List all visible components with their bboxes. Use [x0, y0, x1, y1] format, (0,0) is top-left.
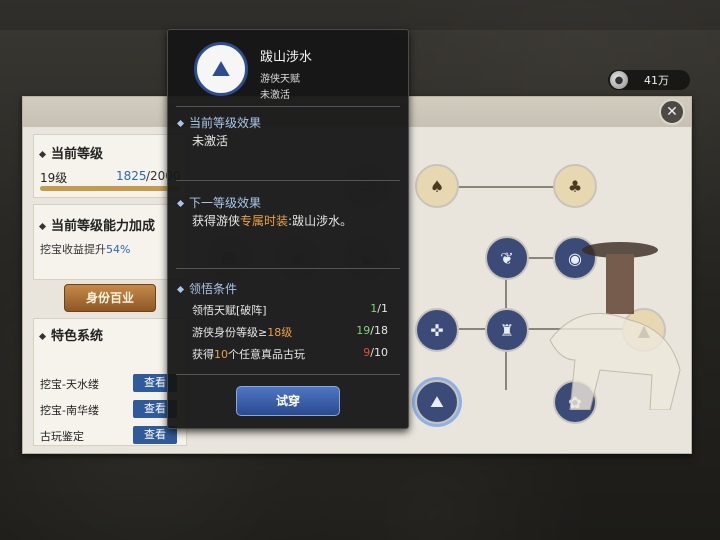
diamond-icon [176, 199, 185, 208]
talent-name: 跋山涉水 [260, 50, 313, 65]
diamond-icon [38, 222, 47, 231]
next-effect-text: 获得游侠专属时装:跋山涉水。 [192, 214, 353, 228]
current-level-title: 当前等级 [51, 147, 104, 162]
diamond-icon [176, 119, 185, 128]
diamond-icon [38, 332, 47, 341]
currency-value: 41万 [644, 74, 669, 87]
condition-row: 游侠身份等级≥18级 19/18 [192, 324, 388, 339]
level-label: 19级 [40, 171, 68, 185]
condition-row: 获得10个任意真品古玩 9/10 [192, 346, 388, 361]
diamond-icon [176, 285, 185, 294]
talent-status: 未激活 [260, 90, 290, 101]
feature-label: 挖宝-天水缕 [40, 378, 99, 391]
feature-title: 特色系统 [51, 329, 104, 344]
next-effect-title: 下一等级效果 [189, 196, 262, 210]
condition-row: 领悟天赋[破阵] 1/1 [192, 302, 388, 317]
current-level-section: 当前等级 19级 1825 /2000 [33, 134, 187, 198]
rider-illustration [549, 242, 681, 410]
coin-icon: ● [610, 71, 628, 89]
talent-node[interactable]: ♣ [553, 164, 597, 208]
talent-node-selected[interactable]: ⛰ [415, 380, 459, 424]
currency-display: ● 41万 [608, 70, 690, 90]
feature-label: 挖宝-南华缕 [40, 404, 99, 417]
close-icon[interactable]: ✕ [659, 99, 685, 125]
talent-type: 游侠天赋 [260, 74, 300, 85]
conditions-title: 领悟条件 [189, 282, 238, 296]
talent-tooltip: ⛰ 跋山涉水 游侠天赋 未激活 当前等级效果 未激活 下一等级效果 获得游侠专属… [167, 29, 409, 429]
exp-current: 1825 [116, 169, 147, 183]
current-effect-title: 当前等级效果 [189, 116, 262, 130]
talent-node[interactable]: ♠ [415, 164, 459, 208]
ability-value: 54% [106, 243, 131, 256]
top-bar [0, 0, 720, 30]
talent-node[interactable]: ❦ [485, 236, 529, 280]
talent-node[interactable]: ♜ [485, 308, 529, 352]
ability-text: 挖宝收益提升54% [40, 243, 131, 256]
identity-button[interactable]: 身份百业 [64, 284, 156, 312]
ability-section: 当前等级能力加成 挖宝收益提升54% [33, 204, 187, 280]
mountain-icon: ⛰ [194, 42, 248, 96]
talent-node[interactable]: ✜ [415, 308, 459, 352]
current-effect-text: 未激活 [192, 134, 229, 148]
exp-progress-bar [40, 186, 180, 191]
diamond-icon [38, 150, 47, 159]
ability-title: 当前等级能力加成 [51, 219, 156, 234]
feature-label: 古玩鉴定 [40, 430, 84, 443]
try-on-button[interactable]: 试穿 [236, 386, 340, 416]
